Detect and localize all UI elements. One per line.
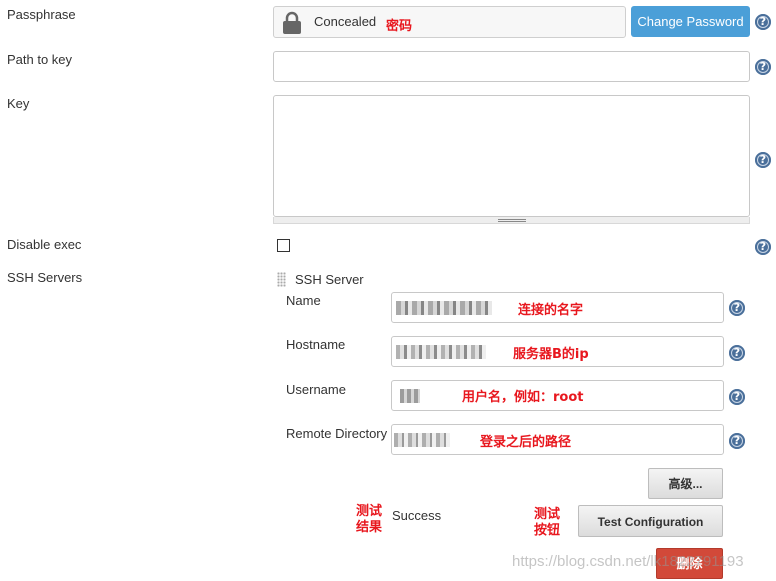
ssh-server-header: SSH Server bbox=[295, 272, 364, 287]
redacted-username bbox=[400, 389, 420, 403]
test-result-status: Success bbox=[392, 508, 442, 523]
key-textarea[interactable] bbox=[273, 95, 750, 217]
passphrase-label: Passphrase bbox=[7, 7, 76, 22]
remote-directory-annotation: 登录之后的路径 bbox=[480, 435, 572, 450]
passphrase-concealed-field[interactable]: Concealed 密码 bbox=[273, 6, 626, 38]
ssh-servers-label: SSH Servers bbox=[7, 270, 83, 285]
redacted-remote-directory bbox=[394, 433, 450, 447]
disable-exec-help-icon[interactable]: ? bbox=[755, 239, 771, 255]
remote-directory-label: Remote Directory bbox=[286, 426, 388, 441]
remote-directory-input[interactable]: 登录之后的路径 bbox=[391, 424, 724, 455]
redacted-hostname bbox=[396, 345, 486, 359]
username-label: Username bbox=[286, 382, 346, 397]
drag-handle-icon[interactable] bbox=[277, 272, 286, 287]
passphrase-status: Concealed bbox=[314, 14, 377, 29]
watermark: https://blog.csdn.net/lk1822791193 bbox=[512, 553, 744, 570]
test-result-annotation: 测试 结果 bbox=[356, 504, 383, 535]
name-label: Name bbox=[286, 293, 321, 308]
key-help-icon[interactable]: ? bbox=[755, 152, 771, 168]
passphrase-annotation: 密码 bbox=[386, 19, 413, 34]
redacted-name bbox=[396, 301, 492, 315]
remote-directory-help-icon[interactable]: ? bbox=[729, 433, 745, 449]
name-annotation: 连接的名字 bbox=[518, 303, 584, 318]
advanced-button[interactable]: 高级... bbox=[648, 468, 723, 499]
hostname-help-icon[interactable]: ? bbox=[729, 345, 745, 361]
name-help-icon[interactable]: ? bbox=[729, 300, 745, 316]
hostname-label: Hostname bbox=[286, 337, 346, 352]
passphrase-help-icon[interactable]: ? bbox=[755, 14, 771, 30]
lock-icon bbox=[282, 11, 302, 35]
test-configuration-button[interactable]: Test Configuration bbox=[578, 505, 723, 537]
disable-exec-checkbox[interactable] bbox=[277, 239, 290, 252]
username-help-icon[interactable]: ? bbox=[729, 389, 745, 405]
key-textarea-resize-handle[interactable] bbox=[273, 217, 750, 224]
path-to-key-help-icon[interactable]: ? bbox=[755, 59, 771, 75]
name-input[interactable]: 连接的名字 bbox=[391, 292, 724, 323]
change-password-button[interactable]: Change Password bbox=[631, 6, 750, 37]
hostname-input[interactable]: 服务器B的ip bbox=[391, 336, 724, 367]
path-to-key-input[interactable] bbox=[273, 51, 750, 82]
hostname-annotation: 服务器B的ip bbox=[513, 347, 589, 362]
username-input[interactable]: 用户名，例如：root bbox=[391, 380, 724, 411]
disable-exec-label: Disable exec bbox=[7, 237, 82, 252]
test-button-annotation: 测试 按钮 bbox=[534, 507, 561, 538]
username-annotation: 用户名，例如：root bbox=[462, 390, 584, 405]
key-label: Key bbox=[7, 96, 30, 111]
path-to-key-label: Path to key bbox=[7, 52, 73, 67]
